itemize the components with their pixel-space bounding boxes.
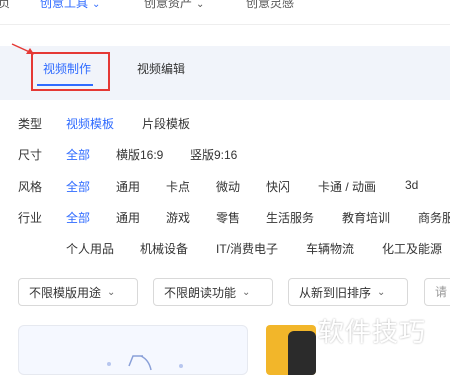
filter-option-clip-template[interactable]: 片段模板 — [142, 115, 190, 132]
filter-option-portrait[interactable]: 竖版9:16 — [190, 146, 237, 163]
chevron-down-icon: ⌄ — [107, 286, 116, 298]
filter-option-industry-all[interactable]: 全部 — [66, 209, 90, 226]
filter-label-style: 风格 — [18, 180, 43, 194]
phone-preview — [288, 331, 316, 375]
filter-option-style-micro[interactable]: 微动 — [216, 178, 240, 195]
search-input[interactable]: 请 — [424, 278, 450, 306]
template-card[interactable] — [18, 325, 248, 375]
filter-option-industry-retail[interactable]: 零售 — [216, 209, 240, 226]
chevron-down-icon: ⌄ — [377, 286, 386, 298]
template-thumbnail[interactable] — [266, 325, 316, 375]
filter-option-industry-education[interactable]: 教育培训 — [342, 209, 390, 226]
chevron-down-icon: ⌄ — [242, 286, 251, 298]
template-usage-dropdown[interactable]: 不限模版用途 ⌄ — [18, 278, 138, 306]
nav-item-label: 创意工具 — [40, 0, 89, 10]
nav-item-label: 页 — [0, 0, 11, 10]
filter-label-industry: 行业 — [18, 211, 43, 225]
template-illustration — [107, 355, 183, 371]
nav-item-label: 创意灵感 — [246, 0, 295, 10]
filter-option-chemical-energy[interactable]: 化工及能源 — [382, 240, 442, 257]
filter-option-style-cartoon[interactable]: 卡通 / 动画 — [318, 178, 376, 195]
filter-option-industry-general[interactable]: 通用 — [116, 209, 140, 226]
filter-option-video-template[interactable]: 视频模板 — [66, 115, 114, 132]
dropdown-label: 从新到旧排序 — [299, 285, 372, 300]
chevron-down-icon: ⌄ — [196, 0, 205, 10]
sort-order-dropdown[interactable]: 从新到旧排序 ⌄ — [288, 278, 408, 306]
nav-item-home[interactable]: 页 — [0, 0, 10, 11]
filter-option-machinery[interactable]: 机械设备 — [140, 240, 188, 257]
nav-item-creative-inspiration[interactable]: 创意灵感 — [246, 0, 294, 11]
filter-option-landscape[interactable]: 横版16:9 — [116, 146, 163, 163]
filter-label-size: 尺寸 — [18, 148, 43, 162]
highlight-box — [31, 52, 110, 91]
filter-option-industry-games[interactable]: 游戏 — [166, 209, 190, 226]
filter-option-style-all[interactable]: 全部 — [66, 178, 90, 195]
filter-option-personal-goods[interactable]: 个人用品 — [66, 240, 114, 257]
watermark-text: 软件技巧 — [318, 317, 427, 347]
filter-option-style-general[interactable]: 通用 — [116, 178, 140, 195]
dropdown-label: 不限模版用途 — [29, 285, 102, 300]
tab-video-editing[interactable]: 视频编辑 — [137, 60, 185, 77]
filter-option-it-electronics[interactable]: IT/消费电子 — [216, 240, 278, 257]
filter-option-style-beat[interactable]: 卡点 — [166, 178, 190, 195]
top-navigation-bar: 页 创意工具 ⌄ 创意资产 ⌄ 创意灵感 — [0, 0, 450, 25]
filter-option-size-all[interactable]: 全部 — [66, 146, 90, 163]
dropdown-label: 不限朗读功能 — [164, 285, 237, 300]
nav-item-label: 创意资产 — [144, 0, 193, 10]
nav-item-creative-assets[interactable]: 创意资产 ⌄ — [144, 0, 204, 11]
filter-option-industry-business[interactable]: 商务服 — [418, 209, 450, 226]
nav-item-creative-tools[interactable]: 创意工具 ⌄ — [40, 0, 100, 11]
filter-option-style-3d[interactable]: 3d — [405, 178, 418, 192]
filter-option-vehicles-logistics[interactable]: 车辆物流 — [306, 240, 354, 257]
narration-dropdown[interactable]: 不限朗读功能 ⌄ — [153, 278, 273, 306]
filter-option-style-flash[interactable]: 快闪 — [266, 178, 290, 195]
filter-option-industry-life-services[interactable]: 生活服务 — [266, 209, 314, 226]
filter-label-type: 类型 — [18, 117, 43, 131]
chevron-down-icon: ⌄ — [92, 0, 101, 10]
